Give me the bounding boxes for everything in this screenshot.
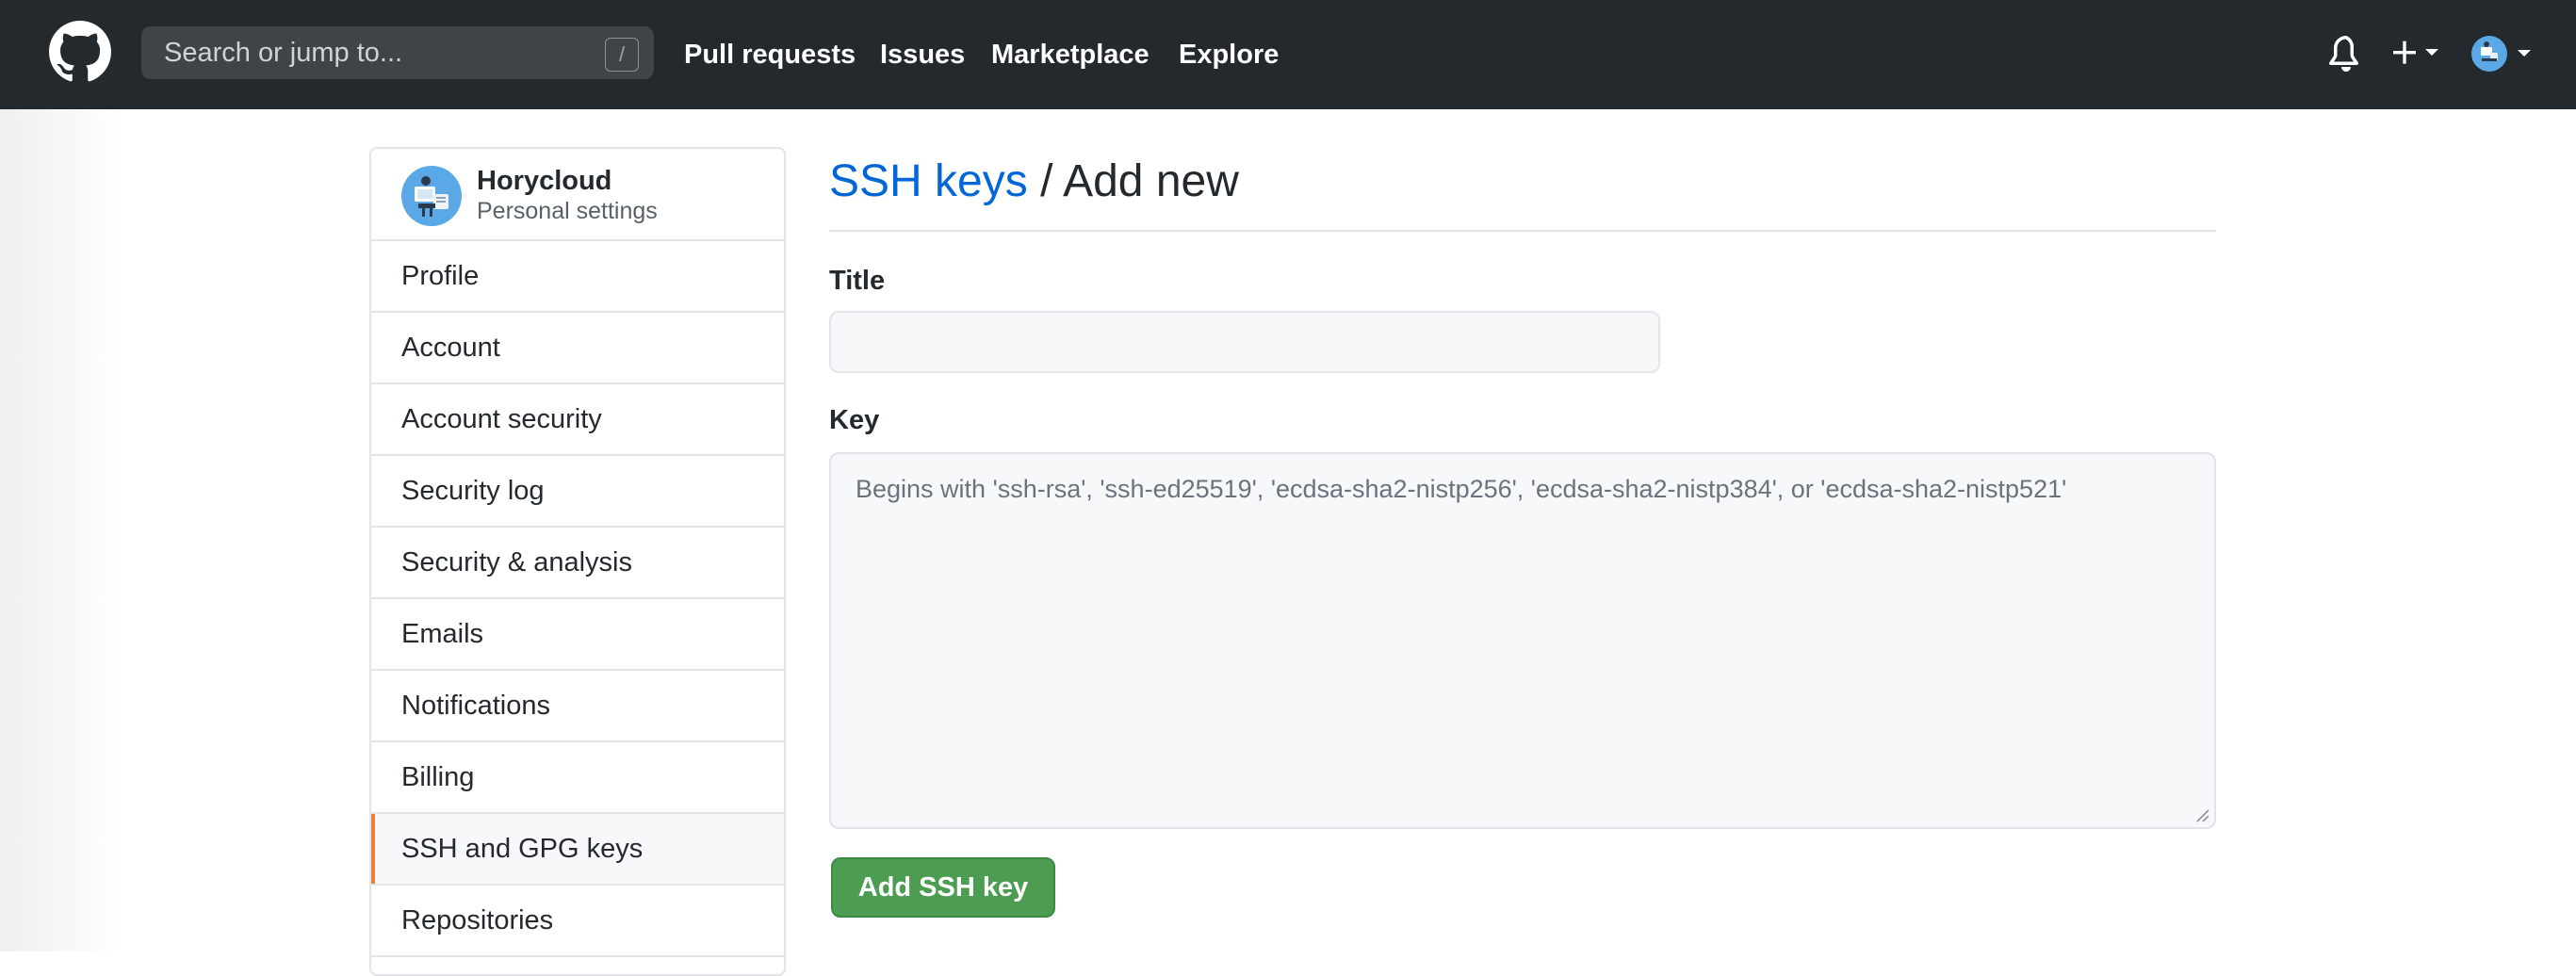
key-textarea[interactable]: Begins with 'ssh-rsa', 'ssh-ed25519', 'e…	[829, 452, 2216, 829]
create-new-menu[interactable]	[2389, 32, 2446, 73]
search-placeholder: Search or jump to...	[164, 38, 403, 68]
key-field-label: Key	[829, 405, 880, 435]
notification-bell-icon[interactable]	[2327, 34, 2365, 72]
sidebar-item-label: Account security	[401, 404, 602, 434]
sidebar-item-account-security[interactable]: Account security	[371, 384, 784, 456]
sidebar-item-label: Emails	[401, 619, 484, 649]
sidebar-item-repositories[interactable]: Repositories	[371, 886, 784, 957]
sidebar-item-label: Notifications	[401, 691, 550, 721]
sidebar-item-security-log[interactable]: Security log	[371, 456, 784, 528]
sidebar-item-security-analysis[interactable]: Security & analysis	[371, 528, 784, 599]
sidebar-user-name[interactable]: Horycloud	[477, 166, 611, 197]
avatar	[2471, 36, 2507, 72]
sidebar-item-emails[interactable]: Emails	[371, 599, 784, 671]
sidebar-item-billing[interactable]: Billing	[371, 742, 784, 814]
sidebar-user-subtitle: Personal settings	[477, 198, 658, 224]
sidebar-item-label: Billing	[401, 762, 475, 792]
sidebar-item-profile[interactable]: Profile	[371, 241, 784, 313]
breadcrumb-ssh-keys-link[interactable]: SSH keys	[829, 156, 1028, 206]
settings-sidebar: Horycloud Personal settings Profile Acco…	[369, 147, 786, 976]
top-header: Search or jump to... / Pull requests Iss…	[0, 0, 2576, 109]
nav-marketplace[interactable]: Marketplace	[991, 0, 1149, 109]
add-ssh-key-button[interactable]: Add SSH key	[831, 857, 1055, 918]
sidebar-item-label: Profile	[401, 261, 480, 291]
sidebar-item-label: SSH and GPG keys	[401, 834, 644, 864]
caret-down-icon	[2518, 50, 2531, 57]
slash-shortcut-hint: /	[605, 38, 639, 72]
breadcrumb-separator: /	[1027, 156, 1064, 206]
plus-icon	[2393, 41, 2416, 64]
resize-grip-icon[interactable]	[2193, 806, 2210, 823]
user-avatar-menu[interactable]	[2470, 32, 2536, 75]
sidebar-item-account[interactable]: Account	[371, 313, 784, 384]
nav-explore[interactable]: Explore	[1179, 0, 1279, 109]
sidebar-item-label: Security log	[401, 476, 545, 506]
nav-issues[interactable]: Issues	[880, 0, 965, 109]
sidebar-item-notifications[interactable]: Notifications	[371, 671, 784, 742]
github-logo-icon[interactable]	[49, 21, 111, 83]
sidebar-item-label: Repositories	[401, 905, 554, 935]
nav-pull-requests[interactable]: Pull requests	[684, 0, 856, 109]
key-placeholder: Begins with 'ssh-rsa', 'ssh-ed25519', 'e…	[856, 475, 2067, 503]
sidebar-user-header: Horycloud Personal settings	[371, 149, 784, 241]
title-input[interactable]	[829, 311, 1660, 373]
title-field-label: Title	[829, 266, 886, 296]
sidebar-item-label: Account	[401, 333, 500, 363]
page-gutter	[0, 109, 122, 952]
search-input[interactable]: Search or jump to... /	[141, 26, 654, 79]
caret-down-icon	[2425, 49, 2438, 56]
title-divider	[829, 230, 2216, 232]
page-title: SSH keys / Add new	[829, 151, 1239, 213]
breadcrumb-current: Add new	[1063, 156, 1239, 206]
sidebar-item-label: Security & analysis	[401, 547, 632, 577]
sidebar-item-ssh-gpg-keys[interactable]: SSH and GPG keys	[371, 814, 784, 886]
avatar[interactable]	[401, 166, 462, 226]
